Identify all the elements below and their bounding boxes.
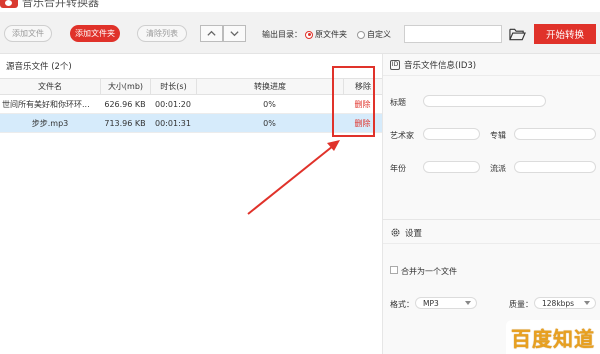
radio-custom-folder[interactable]: 自定义	[357, 29, 391, 40]
move-down-button[interactable]	[223, 25, 246, 42]
chevron-up-icon	[207, 30, 216, 36]
source-files-title: 源音乐文件 (2个)	[6, 62, 72, 72]
settings-separator	[383, 219, 600, 220]
radio-source-label: 原文件夹	[315, 30, 347, 39]
col-duration[interactable]: 时长(s)	[150, 79, 196, 94]
merge-label: 合并为一个文件	[401, 267, 457, 276]
id3-title: 音乐文件信息(ID3)	[404, 60, 477, 71]
chevron-down-icon	[584, 301, 590, 305]
settings-title: 设置	[405, 228, 423, 239]
row-filename: 世间所有美好和你环环...	[2, 99, 90, 109]
source-files-panel: 源音乐文件 (2个) 文件名 大小(mb) 时长(s) 转换进度 移除 世间所有…	[0, 54, 382, 354]
app-window: 音乐合并转换器 添加文件 添加文件夹 清除列表 输出目录： 原文件夹 自定义 开…	[0, 0, 600, 354]
table-header: 文件名 大小(mb) 时长(s) 转换进度 移除	[0, 78, 382, 95]
add-folder-button[interactable]: 添加文件夹	[70, 25, 120, 42]
quality-label: 质量：	[509, 300, 533, 309]
output-dir-label: 输出目录：	[262, 30, 302, 39]
title-bar: 音乐合并转换器	[0, 0, 600, 12]
year-field-label: 年份	[390, 164, 406, 173]
window-title: 音乐合并转换器	[22, 0, 99, 9]
radio-unchecked-icon	[357, 30, 365, 39]
gear-icon	[391, 228, 400, 237]
table-row[interactable]: 步步.mp3 713.96 KB 00:01:31 0% 删除	[0, 114, 382, 133]
row-progress: 0%	[263, 118, 276, 128]
settings-header: 设置	[383, 222, 600, 244]
genre-field-label: 流派	[490, 164, 506, 173]
open-folder-icon[interactable]	[509, 27, 526, 41]
annotation-highlight-box	[332, 66, 375, 137]
row-filename: 步步.mp3	[31, 118, 69, 128]
format-label: 格式：	[390, 300, 414, 309]
title-field[interactable]	[423, 95, 546, 107]
artist-field[interactable]	[423, 128, 480, 140]
id3-header: ID 音乐文件信息(ID3)	[383, 54, 600, 76]
chevron-down-icon	[465, 301, 471, 305]
col-size[interactable]: 大小(mb)	[100, 79, 150, 94]
album-field[interactable]	[514, 128, 596, 140]
year-field[interactable]	[423, 161, 480, 173]
format-select[interactable]: MP3	[415, 297, 477, 309]
move-up-button[interactable]	[200, 25, 223, 42]
radio-custom-label: 自定义	[367, 30, 391, 39]
radio-checked-icon	[305, 30, 313, 39]
row-duration: 00:01:20	[155, 99, 191, 109]
album-field-label: 专辑	[490, 131, 506, 140]
output-path-input[interactable]	[404, 25, 502, 43]
title-field-label: 标题	[390, 98, 406, 107]
start-convert-button[interactable]: 开始转换	[534, 24, 596, 44]
table-row[interactable]: 世间所有美好和你环环... 626.96 KB 00:01:20 0% 删除	[0, 95, 382, 114]
radio-source-folder[interactable]: 原文件夹	[305, 29, 347, 40]
quality-select[interactable]: 128kbps	[534, 297, 596, 309]
toolbar: 添加文件 添加文件夹 清除列表 输出目录： 原文件夹 自定义 开始转换	[0, 12, 600, 54]
watermark-text: 百度知道	[511, 326, 595, 351]
col-progress[interactable]: 转换进度	[196, 79, 343, 94]
merge-checkbox[interactable]	[390, 266, 398, 274]
watermark-logo: 百度知道	[506, 320, 600, 354]
format-select-value: MP3	[423, 298, 439, 308]
artist-field-label: 艺术家	[390, 131, 414, 140]
col-filename[interactable]: 文件名	[0, 79, 100, 94]
clear-list-button[interactable]: 清除列表	[137, 25, 187, 42]
genre-field[interactable]	[514, 161, 596, 173]
add-file-button[interactable]: 添加文件	[4, 25, 52, 42]
row-duration: 00:01:31	[155, 118, 191, 128]
row-size: 626.96 KB	[104, 99, 146, 109]
right-panel: ID 音乐文件信息(ID3) 标题 艺术家 专辑 年份 流派 设置 合并为一个文…	[383, 54, 600, 354]
quality-select-value: 128kbps	[542, 298, 575, 308]
app-logo-icon	[0, 0, 18, 8]
row-size: 713.96 KB	[104, 118, 146, 128]
chevron-down-icon	[230, 31, 239, 37]
row-progress: 0%	[263, 99, 276, 109]
id3-icon: ID	[390, 59, 400, 70]
